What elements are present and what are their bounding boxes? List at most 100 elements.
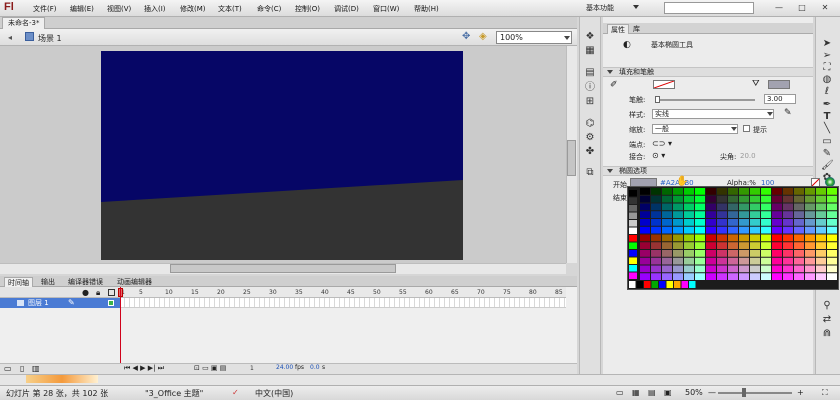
color-swatch[interactable]: [794, 242, 804, 249]
color-swatch[interactable]: [673, 234, 683, 242]
color-swatch[interactable]: [717, 226, 727, 234]
color-swatch[interactable]: [783, 250, 793, 257]
color-swatch[interactable]: [651, 203, 661, 211]
color-swatch[interactable]: [673, 265, 683, 273]
color-swatch[interactable]: [761, 195, 771, 203]
color-swatch[interactable]: [706, 211, 716, 218]
color-swatch[interactable]: [805, 188, 815, 195]
color-swatch[interactable]: [750, 195, 760, 203]
color-swatch[interactable]: [651, 234, 661, 242]
menu-file[interactable]: 文件(F): [33, 4, 57, 14]
new-folder-icon[interactable]: ▯: [20, 364, 24, 373]
line-tool-icon[interactable]: ╲: [821, 123, 833, 134]
color-swatch[interactable]: [794, 250, 804, 257]
gradient-swatch[interactable]: [689, 281, 696, 288]
color-swatch[interactable]: [717, 195, 727, 203]
color-swatch[interactable]: [695, 219, 705, 226]
color-swatch[interactable]: [827, 234, 837, 242]
tab-output[interactable]: 输出: [38, 277, 58, 287]
gradient-swatch[interactable]: [644, 281, 651, 288]
new-layer-icon[interactable]: ▭: [4, 364, 12, 373]
color-swatch[interactable]: [794, 211, 804, 218]
color-swatch[interactable]: [651, 211, 661, 218]
gradient-swatch[interactable]: [629, 281, 636, 288]
color-swatch[interactable]: [772, 242, 782, 249]
color-swatch[interactable]: [750, 242, 760, 249]
brush-tool-icon[interactable]: 🖌︎: [821, 160, 834, 171]
stage[interactable]: [101, 51, 463, 260]
color-swatch[interactable]: [651, 195, 661, 203]
color-swatch[interactable]: [662, 195, 672, 203]
color-swatch[interactable]: [706, 265, 716, 273]
ellipse-options-section-header[interactable]: 椭圆选项: [603, 166, 813, 176]
language[interactable]: 中文(中国): [255, 388, 293, 399]
color-swatch[interactable]: [816, 242, 826, 249]
color-swatch[interactable]: [673, 219, 683, 226]
color-swatch[interactable]: [827, 242, 837, 249]
code-snippets-icon[interactable]: ⌬: [584, 118, 596, 129]
fit-window-icon[interactable]: ⛶: [822, 388, 828, 398]
stroke-slider-thumb[interactable]: [655, 96, 660, 103]
color-swatch[interactable]: [794, 203, 804, 211]
color-swatch[interactable]: [684, 211, 694, 218]
color-swatch[interactable]: [695, 265, 705, 273]
rectangle-tool-icon[interactable]: ▭: [821, 136, 833, 147]
color-swatch[interactable]: [717, 234, 727, 242]
color-swatch[interactable]: [750, 273, 760, 280]
color-swatch[interactable]: [783, 188, 793, 195]
color-swatch[interactable]: [772, 250, 782, 257]
color-swatch[interactable]: [728, 226, 738, 234]
color-swatch[interactable]: [761, 273, 771, 280]
free-transform-tool-icon[interactable]: ⛶: [821, 62, 833, 73]
color-swatch[interactable]: [772, 219, 782, 226]
lasso-tool-icon[interactable]: ℓ: [821, 86, 833, 97]
color-swatch[interactable]: [805, 257, 815, 265]
color-swatch[interactable]: [673, 188, 683, 195]
menu-window[interactable]: 窗口(W): [373, 4, 399, 14]
color-swatch[interactable]: [717, 242, 727, 249]
edit-stroke-style-icon[interactable]: ✎: [784, 108, 792, 118]
color-swatch[interactable]: [805, 203, 815, 211]
color-swatch[interactable]: [651, 257, 661, 265]
color-swatch[interactable]: [816, 211, 826, 218]
color-swatch[interactable]: [629, 227, 637, 235]
color-swatch[interactable]: [816, 250, 826, 257]
color-swatch[interactable]: [794, 257, 804, 265]
tab-motion-editor[interactable]: 动画编辑器: [114, 277, 155, 287]
color-swatch[interactable]: [662, 234, 672, 242]
color-swatch[interactable]: [794, 265, 804, 273]
color-swatch[interactable]: [783, 273, 793, 280]
menu-text[interactable]: 文本(T): [218, 4, 242, 14]
color-swatch[interactable]: [640, 234, 650, 242]
color-swatch[interactable]: [640, 188, 650, 195]
color-swatch[interactable]: [728, 273, 738, 280]
color-swatch[interactable]: [816, 219, 826, 226]
color-swatch[interactable]: [684, 234, 694, 242]
color-swatch[interactable]: [783, 265, 793, 273]
frame-ruler[interactable]: [120, 287, 566, 298]
outline-icon[interactable]: [108, 289, 115, 296]
tab-library[interactable]: 库: [630, 24, 643, 34]
color-swatch[interactable]: [728, 234, 738, 242]
fill-stroke-section-header[interactable]: 填充和笔触: [603, 67, 813, 77]
zoom-slider-thumb[interactable]: [742, 388, 746, 397]
tab-properties[interactable]: 属性: [607, 24, 629, 34]
menu-help[interactable]: 帮助(H): [414, 4, 439, 14]
color-swatch[interactable]: [827, 188, 837, 195]
delete-layer-icon[interactable]: ▥: [32, 364, 40, 373]
stroke-slider[interactable]: [655, 99, 755, 101]
color-swatch[interactable]: [772, 273, 782, 280]
color-swatch[interactable]: [772, 265, 782, 273]
color-swatch[interactable]: [827, 203, 837, 211]
color-swatch[interactable]: [695, 273, 705, 280]
color-swatch[interactable]: [706, 188, 716, 195]
color-swatch[interactable]: [783, 257, 793, 265]
scale-select[interactable]: 一般: [652, 124, 738, 134]
color-swatch[interactable]: [629, 242, 637, 250]
color-swatch[interactable]: [772, 211, 782, 218]
color-swatch[interactable]: [651, 188, 661, 195]
color-swatch[interactable]: [816, 234, 826, 242]
close-button[interactable]: ✕: [814, 2, 836, 14]
color-swatch[interactable]: [805, 219, 815, 226]
color-swatch[interactable]: [739, 219, 749, 226]
